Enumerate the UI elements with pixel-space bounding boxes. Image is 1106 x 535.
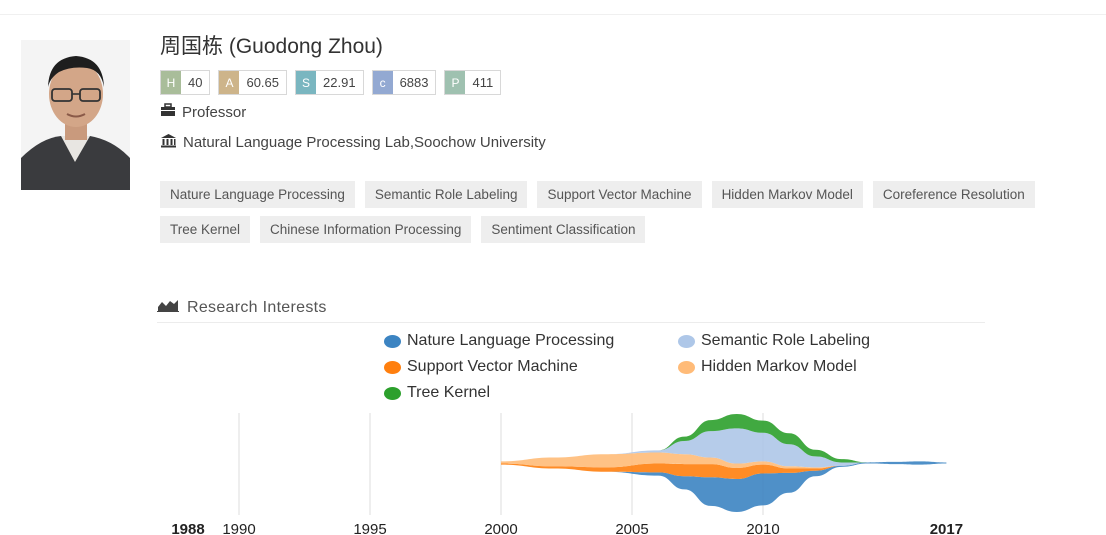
stream-layer[interactable]: [501, 461, 947, 512]
metric-h[interactable]: H 40: [160, 70, 211, 95]
metric-p[interactable]: P 411: [444, 70, 502, 95]
metric-value: 411: [465, 71, 501, 94]
legend-item[interactable]: Nature Language Processing: [384, 332, 614, 350]
metric-c[interactable]: c 6883: [371, 70, 437, 95]
legend-label: Hidden Markov Model: [701, 358, 857, 375]
area-chart-icon: [157, 298, 179, 317]
legend-label: Tree Kernel: [407, 384, 490, 401]
affiliation-label: Natural Language Processing Lab,Soochow …: [183, 134, 546, 151]
x-tick-label: 2000: [484, 521, 517, 535]
metric-key: H: [161, 71, 181, 94]
interest-tag[interactable]: Hidden Markov Model: [711, 181, 863, 208]
legend-swatch: [384, 334, 401, 348]
stream-layer[interactable]: [501, 461, 947, 479]
stream-layer[interactable]: [501, 428, 947, 468]
legend-label: Nature Language Processing: [407, 332, 615, 349]
research-interests-heading: Research Interests: [157, 298, 327, 317]
metric-value: 60.65: [239, 71, 287, 94]
x-tick-label: 2010: [746, 521, 779, 535]
metric-key: S: [296, 71, 317, 94]
legend-label: Semantic Role Labeling: [701, 332, 870, 349]
interest-tag[interactable]: Support Vector Machine: [537, 181, 702, 208]
x-tick-label: 2017: [930, 521, 963, 535]
legend-item[interactable]: Semantic Role Labeling: [678, 332, 870, 350]
stream-layer[interactable]: [501, 414, 947, 463]
header-divider: [0, 14, 1106, 15]
metric-s[interactable]: S 22.91: [295, 70, 364, 95]
metric-value: 40: [181, 71, 210, 94]
legend-swatch: [384, 360, 401, 374]
interest-tag[interactable]: Nature Language Processing: [160, 181, 355, 208]
interest-tag[interactable]: Tree Kernel: [160, 216, 251, 243]
interest-tag[interactable]: Sentiment Classification: [481, 216, 646, 243]
interest-tag[interactable]: Semantic Role Labeling: [364, 181, 528, 208]
stream-layer[interactable]: [501, 452, 947, 469]
legend-swatch: [678, 334, 695, 348]
metric-value: 22.91: [316, 71, 363, 94]
metric-a[interactable]: A 60.65: [218, 70, 288, 95]
legend-item[interactable]: Hidden Markov Model: [678, 358, 857, 376]
section-title: Research Interests: [187, 298, 327, 316]
legend-swatch: [384, 386, 401, 400]
metric-key: c: [372, 71, 393, 94]
position-label: Professor: [182, 103, 247, 121]
section-divider: [157, 322, 985, 323]
x-tick-label: 1995: [353, 521, 386, 535]
legend-label: Support Vector Machine: [407, 358, 578, 375]
interest-tag[interactable]: Chinese Information Processing: [260, 216, 472, 243]
legend-item[interactable]: Support Vector Machine: [384, 358, 578, 376]
briefcase-icon: [160, 103, 176, 121]
x-tick-label: 1988: [171, 521, 204, 535]
affiliation-row: Natural Language Processing Lab,Soochow …: [160, 133, 546, 152]
x-tick-label: 2005: [615, 521, 648, 535]
metric-key: A: [219, 71, 240, 94]
x-tick-label: 1990: [222, 521, 255, 535]
legend-item[interactable]: Tree Kernel: [384, 384, 490, 402]
interest-tags: Nature Language Processing Semantic Role …: [160, 181, 1105, 243]
profile-name: 周国栋 (Guodong Zhou): [160, 35, 383, 58]
position-row: Professor: [160, 103, 246, 121]
legend-swatch: [678, 360, 695, 374]
interest-tag[interactable]: Coreference Resolution: [872, 181, 1035, 208]
avatar: [21, 40, 130, 190]
metrics-bar: H 40 A 60.65 S 22.91 c 6883 P 411: [160, 70, 502, 95]
metric-key: P: [445, 71, 466, 94]
institution-icon: [160, 133, 177, 152]
metric-value: 6883: [392, 71, 436, 94]
